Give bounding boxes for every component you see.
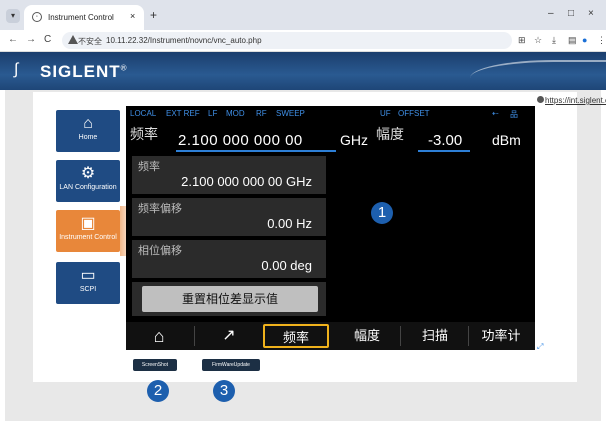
url-text[interactable]: 10.11.22.32/Instrument/novnc/vnc_auto.ph…: [106, 36, 262, 45]
download-icon[interactable]: ⤓: [552, 35, 556, 46]
tab-title: Instrument Control: [48, 13, 114, 22]
marker-1: 1: [371, 202, 393, 224]
home-icon[interactable]: ⌂: [142, 324, 176, 348]
back-button[interactable]: ←: [8, 34, 18, 45]
menu-icon[interactable]: ⋮: [597, 35, 606, 46]
warning-icon: [68, 35, 78, 44]
sidebar-item-scpi[interactable]: ▭ SCPI: [56, 262, 120, 304]
sidebar-item-label: LAN Configuration: [59, 184, 117, 191]
softkey-divider: [468, 326, 469, 346]
insecure-label: 不安全: [78, 37, 102, 46]
frequency-cell[interactable]: 频率 2.100 000 000 00 GHz: [132, 156, 326, 194]
maximize-button[interactable]: □: [568, 8, 574, 19]
siglent-logo-icon: ∫: [14, 61, 19, 78]
status-rf: RF: [256, 109, 267, 118]
home-icon: ⌂: [83, 115, 93, 132]
marker-2: 2: [147, 380, 169, 402]
softkey-divider: [194, 326, 195, 346]
browser-window: ▾ ◦ Instrument Control × + – □ × ← → C 不…: [0, 0, 606, 421]
monitor-icon: ▣: [80, 215, 96, 232]
softkey-bar: ⌂ ↗ 频率 幅度 扫描 功率计: [126, 322, 535, 350]
translate-icon[interactable]: ⊞: [518, 35, 526, 46]
status-bar: LOCAL EXT REF LF MOD RF SWEEP UF OFFSET …: [126, 106, 535, 120]
sidebar-item-home[interactable]: ⌂ Home: [56, 110, 120, 152]
main-readout: 频率 2.100 000 000 00 GHz 幅度 -3.00 dBm: [126, 120, 535, 152]
sidebar-item-label: SCPI: [79, 286, 97, 293]
browser-tab[interactable]: ◦ Instrument Control ×: [24, 5, 144, 30]
phase-offset-cell[interactable]: 相位偏移 0.00 deg: [132, 240, 326, 278]
status-sweep: SWEEP: [276, 109, 305, 118]
tab-close-icon[interactable]: ×: [130, 11, 135, 21]
reset-phase-button[interactable]: 重置相位差显示值: [142, 286, 318, 312]
gear-icon: ⚙: [80, 165, 96, 182]
marker-3: 3: [213, 380, 235, 402]
new-tab-button[interactable]: +: [150, 8, 157, 22]
reload-button[interactable]: C: [44, 34, 51, 45]
frequency-label: 频率: [130, 126, 158, 142]
sidebar-item-instrument-control[interactable]: ▣ Instrument Control: [56, 210, 120, 252]
reset-cell: 重置相位差显示值: [132, 282, 326, 316]
usb-icon: ⇠: [492, 109, 499, 118]
frequency-offset-cell[interactable]: 频率偏移 0.00 Hz: [132, 198, 326, 236]
amplitude-unit: dBm: [492, 132, 521, 148]
status-ext-ref: EXT REF: [166, 109, 200, 118]
status-local: LOCAL: [130, 109, 157, 118]
minimize-button[interactable]: –: [548, 8, 554, 19]
sidebar-item-label: Home: [78, 134, 98, 141]
favicon-icon: ◦: [32, 12, 42, 22]
softkey-divider: [400, 326, 401, 346]
frequency-unit: GHz: [340, 132, 368, 148]
return-arrow-icon[interactable]: ↗: [212, 324, 246, 348]
firmware-update-button[interactable]: FirmWareUpdate: [202, 359, 260, 371]
status-uf: UF: [380, 109, 391, 118]
cell-value: 0.00 deg: [261, 258, 312, 273]
frequency-underline: [176, 150, 336, 152]
siglent-link[interactable]: https://int.siglent.com/: [545, 96, 606, 105]
screenshot-button[interactable]: ScreenShot: [133, 359, 177, 371]
softkey-amplitude[interactable]: 幅度: [334, 324, 400, 348]
amplitude-value[interactable]: -3.00: [428, 132, 462, 149]
cell-label: 频率偏移: [138, 203, 182, 215]
sidepanel-icon[interactable]: ▤: [568, 35, 577, 46]
amplitude-underline: [418, 150, 470, 152]
forward-button[interactable]: →: [26, 34, 36, 45]
network-icon: 品: [510, 110, 518, 119]
brand-name: SIGLENT®: [40, 62, 128, 81]
banner-wave: [470, 60, 606, 90]
frequency-value[interactable]: 2.100 000 000 00: [178, 132, 303, 149]
address-bar[interactable]: 不安全 10.11.22.32/Instrument/novnc/vnc_aut…: [62, 32, 512, 49]
amplitude-label: 幅度: [376, 126, 404, 142]
sidebar-item-label: Instrument Control: [59, 234, 117, 241]
softkey-frequency[interactable]: 频率: [263, 324, 329, 348]
browser-toolbar: ← → C 不安全 10.11.22.32/Instrument/novnc/v…: [0, 30, 606, 52]
cell-value: 0.00 Hz: [267, 216, 312, 231]
siglent-banner: ∫ SIGLENT®: [0, 52, 606, 90]
close-window-button[interactable]: ×: [588, 8, 594, 19]
softkey-sweep[interactable]: 扫描: [402, 324, 468, 348]
status-offset: OFFSET: [398, 109, 430, 118]
globe-icon: [537, 96, 544, 103]
softkey-power-meter[interactable]: 功率计: [470, 324, 532, 348]
cell-value: 2.100 000 000 00 GHz: [181, 174, 312, 189]
status-mod: MOD: [226, 109, 245, 118]
cell-label: 频率: [138, 161, 160, 173]
expand-icon[interactable]: ⤢: [537, 342, 543, 352]
cell-label: 相位偏移: [138, 245, 182, 257]
sidebar-item-lan-configuration[interactable]: ⚙ LAN Configuration: [56, 160, 120, 202]
terminal-icon: ▭: [80, 267, 96, 284]
tab-search-icon[interactable]: ▾: [6, 9, 20, 23]
bookmark-star-icon[interactable]: ☆: [534, 35, 542, 46]
status-lf: LF: [208, 109, 218, 118]
tab-strip: ▾ ◦ Instrument Control × + – □ ×: [0, 0, 606, 30]
instrument-screen[interactable]: LOCAL EXT REF LF MOD RF SWEEP UF OFFSET …: [126, 106, 535, 350]
profile-icon[interactable]: ●: [582, 35, 587, 45]
